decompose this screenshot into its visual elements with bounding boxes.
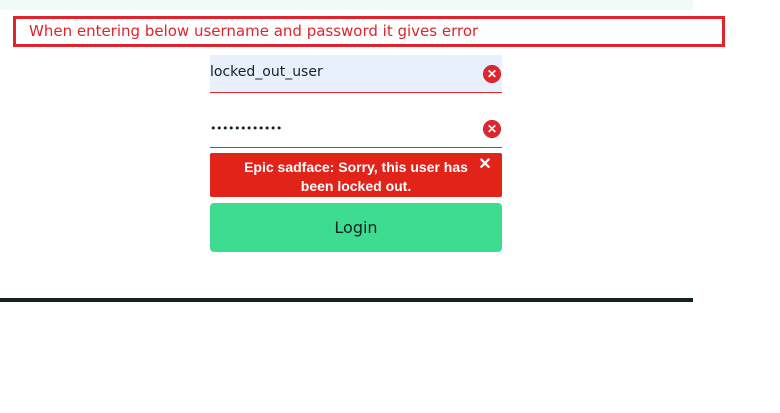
screenshot-canvas: When entering below username and passwor… (0, 0, 780, 413)
password-field[interactable]: •••••••••••• ✕ (210, 110, 502, 148)
close-icon[interactable]: ✕ (478, 157, 492, 173)
error-circle-icon: ✕ (483, 120, 501, 138)
password-value: •••••••••••• (210, 122, 282, 135)
username-field[interactable]: locked_out_user ✕ (210, 55, 502, 93)
annotation-text: When entering below username and passwor… (29, 22, 479, 40)
error-message-text: Epic sadface: Sorry, this user has been … (244, 159, 468, 194)
login-button[interactable]: Login (210, 203, 502, 252)
annotation-box: When entering below username and passwor… (13, 16, 725, 47)
error-circle-icon: ✕ (483, 65, 501, 83)
error-message-banner: Epic sadface: Sorry, this user has been … (210, 153, 502, 197)
username-value: locked_out_user (210, 64, 323, 80)
header-strip (0, 0, 693, 10)
footer-divider (0, 298, 693, 302)
